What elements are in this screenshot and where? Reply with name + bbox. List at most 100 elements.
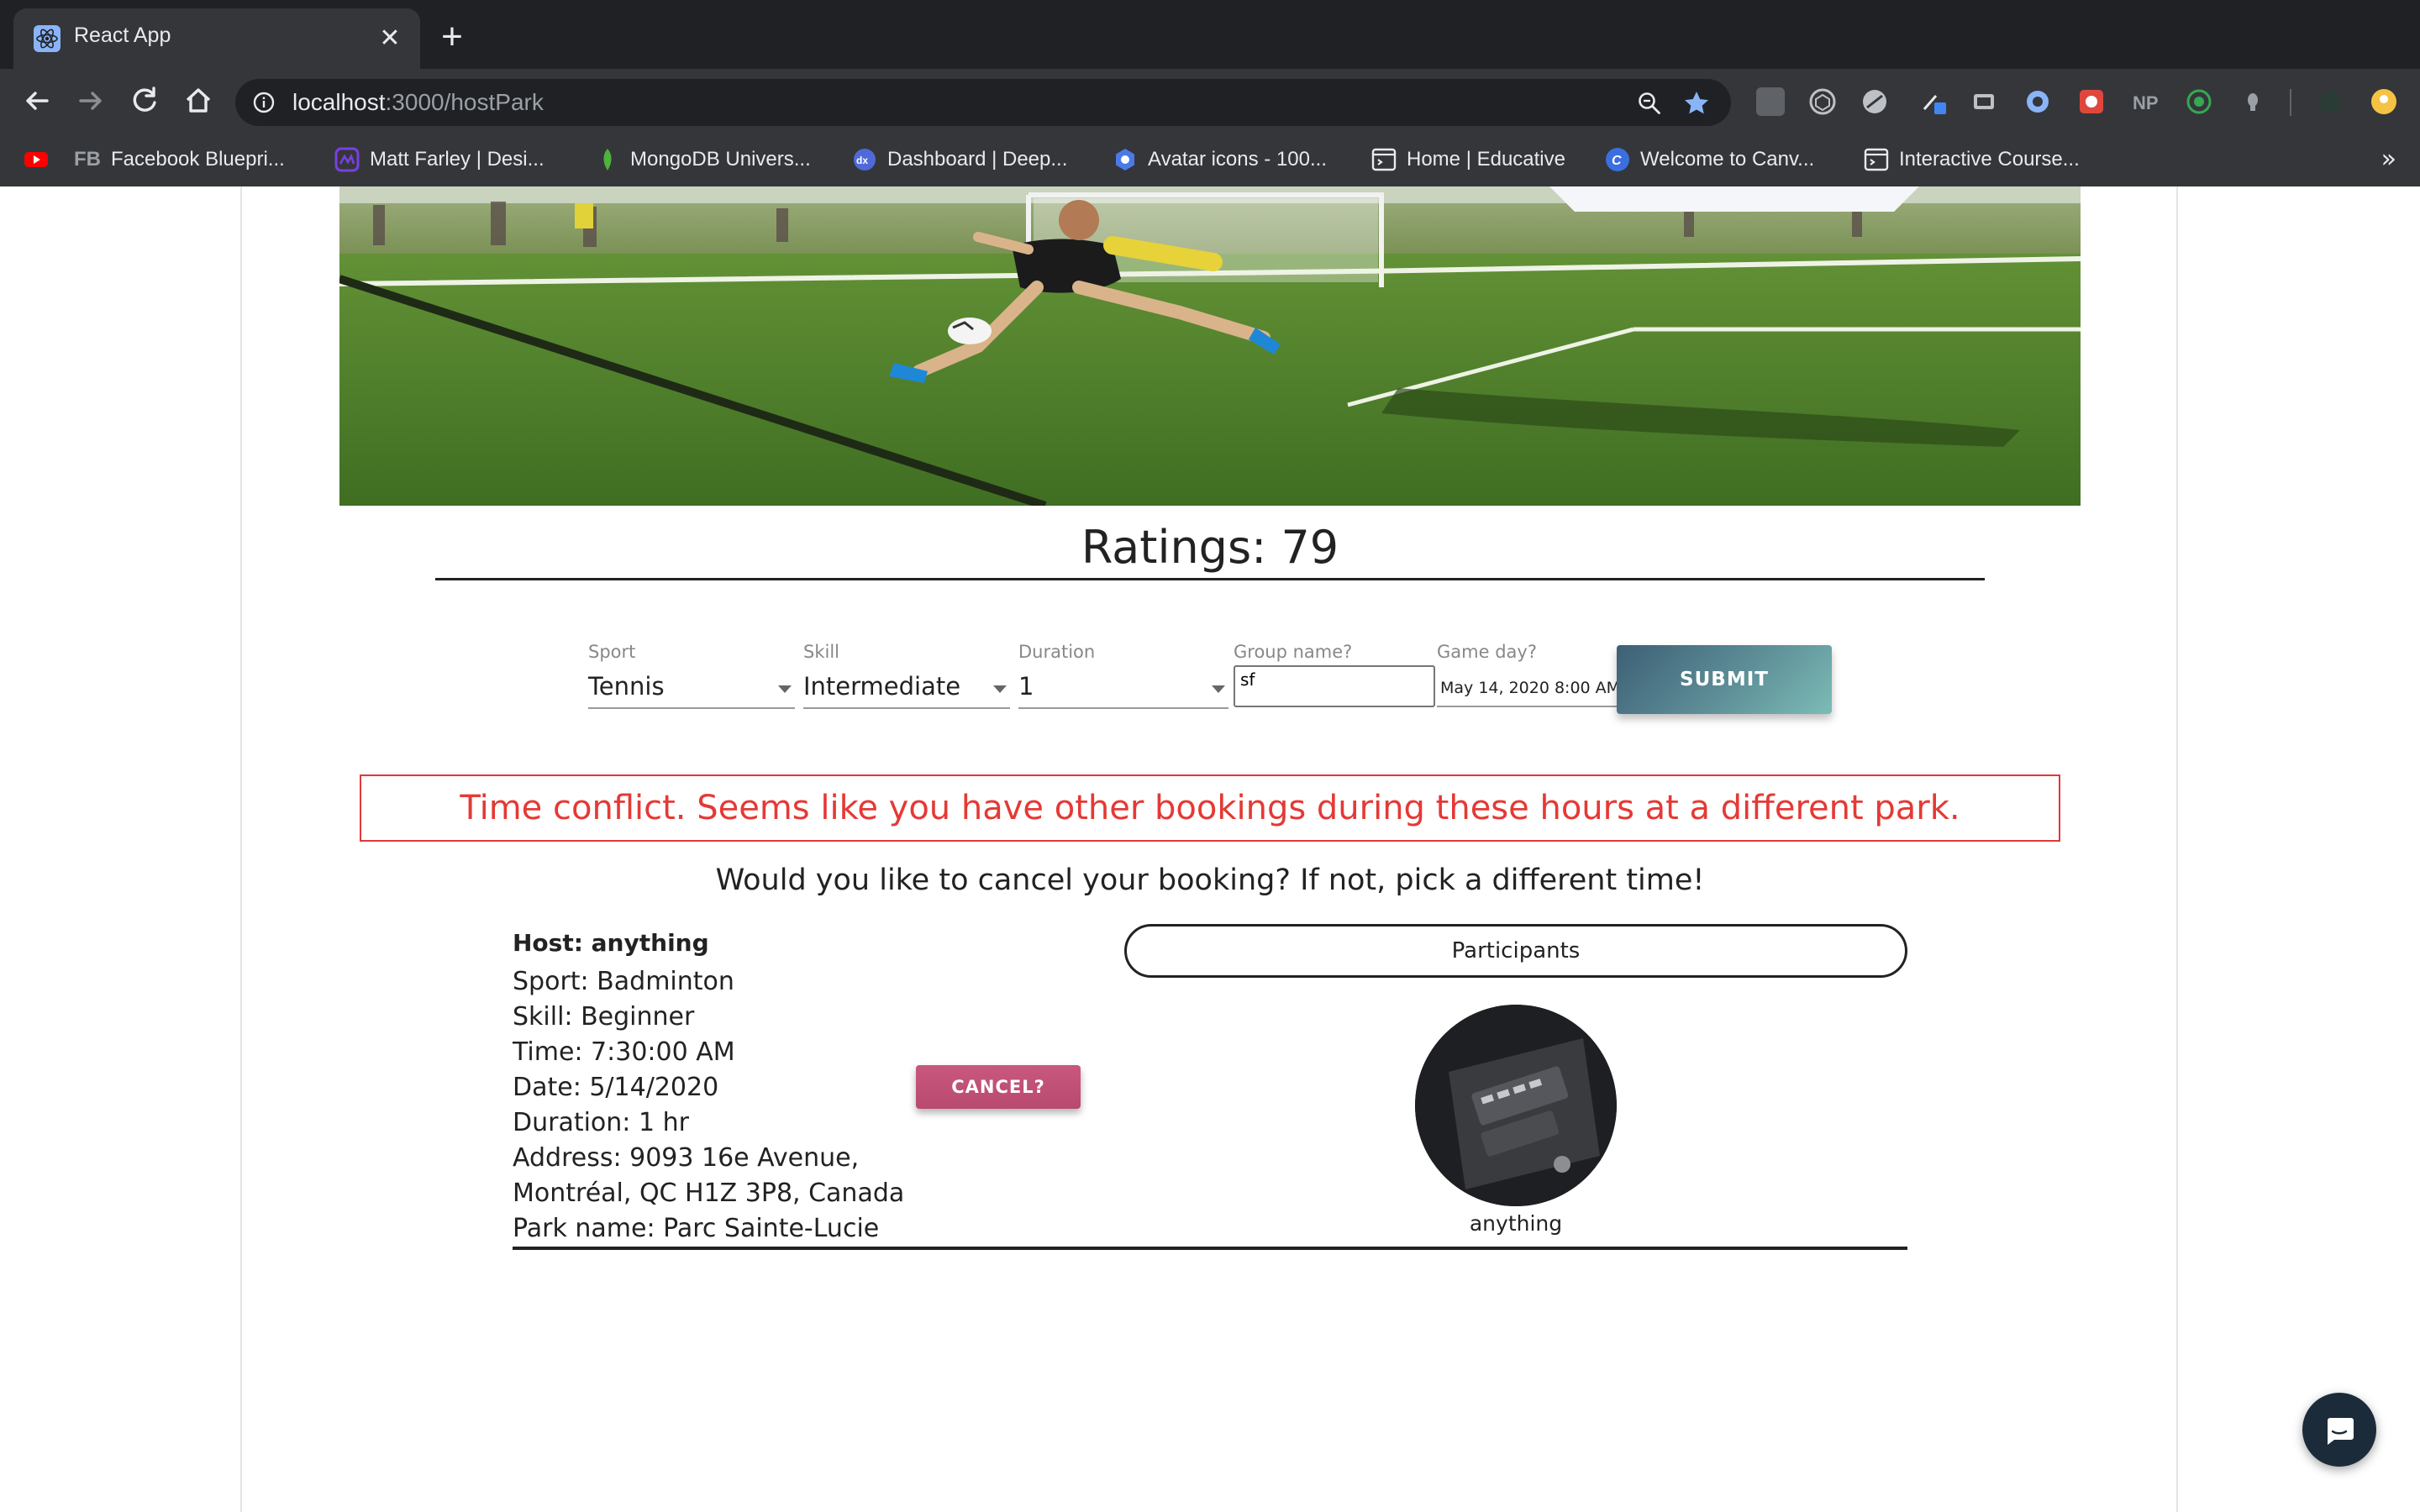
bookmark-canvas[interactable]: C Welcome to Canv... <box>1605 143 1814 176</box>
browser-chrome: React App ✕ + localhost:3000/hostPark NP… <box>0 0 2420 186</box>
canva-icon: C <box>1606 148 1629 171</box>
bookmark-educative[interactable]: Home | Educative <box>1371 143 1565 176</box>
educative-icon <box>1371 148 1397 171</box>
address-bar[interactable]: localhost:3000/hostPark <box>235 79 1731 126</box>
zoom-icon[interactable] <box>1637 91 1662 116</box>
page-content: Ratings: 79 Sport Tennis Skill Intermedi… <box>0 186 2420 1512</box>
deeplearning-icon: dx <box>854 149 876 171</box>
group-name-label: Group name? <box>1234 642 1353 662</box>
extension-picker-icon[interactable] <box>1919 87 1948 116</box>
booking-divider <box>513 1247 1907 1250</box>
booking-park: Park name: Parc Sainte-Lucie <box>513 1214 880 1243</box>
close-tab-icon[interactable]: ✕ <box>375 24 405 54</box>
url-host: localhost <box>292 89 386 115</box>
bookmark-label: Interactive Course... <box>1899 148 2080 171</box>
skill-select[interactable]: Intermediate <box>803 670 1010 709</box>
extension-cube-icon[interactable] <box>1808 87 1837 116</box>
bookmark-label: MongoDB Univers... <box>630 148 811 171</box>
avatar-hex-icon <box>1116 149 1134 171</box>
duration-select[interactable]: 1 <box>1018 670 1228 709</box>
svg-text:dx: dx <box>856 155 868 166</box>
bookmarks-bar: FB Facebook Bluepri... Matt Farley | Des… <box>0 133 2420 186</box>
participant-avatar[interactable] <box>1415 1005 1617 1206</box>
skill-label: Skill <box>803 642 839 662</box>
bookmark-label: Welcome to Canv... <box>1640 148 1815 171</box>
chat-button[interactable] <box>2302 1393 2376 1467</box>
extension-leaf-icon[interactable] <box>1860 87 1889 116</box>
tab-strip: React App ✕ + <box>0 0 2420 69</box>
sport-label: Sport <box>588 642 636 662</box>
park-hero-image <box>339 186 2081 506</box>
bookmark-label: Home | Educative <box>1407 148 1565 171</box>
bookmark-interactive-course[interactable]: Interactive Course... <box>1864 143 2080 176</box>
youtube-icon <box>24 152 48 167</box>
submit-button[interactable]: SUBMIT <box>1617 645 1832 714</box>
mongodb-leaf-icon <box>603 149 612 171</box>
extension-ring-icon[interactable] <box>2023 87 2052 116</box>
booking-host: Host: anything <box>513 929 709 957</box>
bookmark-mongodb[interactable]: MongoDB Univers... <box>595 143 811 176</box>
chevron-down-icon <box>1212 685 1225 693</box>
duration-value: 1 <box>1018 672 1034 701</box>
bookmark-label: Avatar icons - 100... <box>1148 148 1327 171</box>
participants-button[interactable]: Participants <box>1124 924 1907 978</box>
new-tab-button[interactable]: + <box>435 18 469 55</box>
chat-bubble-icon <box>2328 1418 2354 1445</box>
booking-duration: Duration: 1 hr <box>513 1108 689 1137</box>
bookmark-label: Facebook Bluepri... <box>111 148 285 171</box>
game-day-label: Game day? <box>1437 642 1537 662</box>
time-conflict-alert: Time conflict. Seems like you have other… <box>360 774 2060 842</box>
booking-date: Date: 5/14/2020 <box>513 1073 719 1102</box>
sport-select[interactable]: Tennis <box>588 670 795 709</box>
tab-title: React App <box>74 24 171 47</box>
cancel-question: Would you like to cancel your booking? I… <box>715 864 1705 897</box>
bookmarks-overflow-button[interactable]: » <box>2381 144 2396 174</box>
bookmark-dashboard-deep[interactable]: dx Dashboard | Deep... <box>852 143 1067 176</box>
url-text: localhost:3000/hostPark <box>292 89 544 116</box>
course-icon <box>1864 148 1889 171</box>
url-path: :3000/hostPark <box>385 89 544 115</box>
bookmark-label: Dashboard | Deep... <box>887 148 1068 171</box>
ratings-divider <box>435 578 1985 580</box>
duration-label: Duration <box>1018 642 1096 662</box>
react-logo-icon <box>34 25 60 52</box>
bookmark-youtube[interactable] <box>24 143 49 176</box>
participant-name: anything <box>1469 1211 1563 1236</box>
extension-cast-icon[interactable] <box>1970 87 1998 116</box>
bookmark-avatar-icons[interactable]: Avatar icons - 100... <box>1113 143 1327 176</box>
game-day-input[interactable]: May 14, 2020 8:00 AM <box>1437 667 1620 707</box>
chevron-down-icon <box>993 685 1007 693</box>
svg-text:C: C <box>1612 154 1622 168</box>
forward-arrow-icon[interactable] <box>72 82 109 119</box>
extension-js-icon[interactable] <box>1756 87 1785 116</box>
extension-bulb-icon[interactable] <box>2238 87 2267 116</box>
profile-avatar-icon[interactable] <box>2370 87 2398 116</box>
bookmark-facebook-blueprint[interactable]: FB Facebook Bluepri... <box>74 143 285 176</box>
toolbar-divider <box>2290 89 2291 116</box>
browser-tab[interactable]: React App ✕ <box>13 8 420 69</box>
ratings-heading: Ratings: 79 <box>1081 521 1339 574</box>
extension-target-icon[interactable] <box>2185 87 2213 116</box>
booking-details: Host: anything Sport: Badminton Skill: B… <box>513 926 933 1247</box>
bookmark-label: Matt Farley | Desi... <box>370 148 544 171</box>
bookmark-star-icon[interactable] <box>1682 89 1711 118</box>
bookmark-matt-farley[interactable]: Matt Farley | Desi... <box>334 143 544 176</box>
sport-value: Tennis <box>588 672 665 701</box>
booking-sport: Sport: Badminton <box>513 967 734 996</box>
extension-red-icon[interactable] <box>2077 87 2106 116</box>
chevron-down-icon <box>778 685 792 693</box>
fb-text-icon: FB <box>74 148 101 171</box>
group-name-input[interactable]: sf <box>1234 665 1435 707</box>
booking-skill: Skill: Beginner <box>513 1002 695 1032</box>
back-arrow-icon[interactable] <box>18 82 55 119</box>
svg-text:NP: NP <box>2133 92 2159 113</box>
skill-value: Intermediate <box>803 672 961 701</box>
navigation-bar: localhost:3000/hostPark NP <box>0 69 2420 133</box>
site-info-icon[interactable] <box>252 91 276 114</box>
reload-icon[interactable] <box>126 82 163 119</box>
booking-address: Address: 9093 16e Avenue, Montréal, QC H… <box>513 1143 905 1208</box>
extension-np-icon[interactable]: NP <box>2131 87 2160 116</box>
cancel-booking-button[interactable]: CANCEL? <box>916 1065 1081 1109</box>
home-icon[interactable] <box>180 82 217 119</box>
extension-dark-icon[interactable] <box>2316 87 2344 116</box>
